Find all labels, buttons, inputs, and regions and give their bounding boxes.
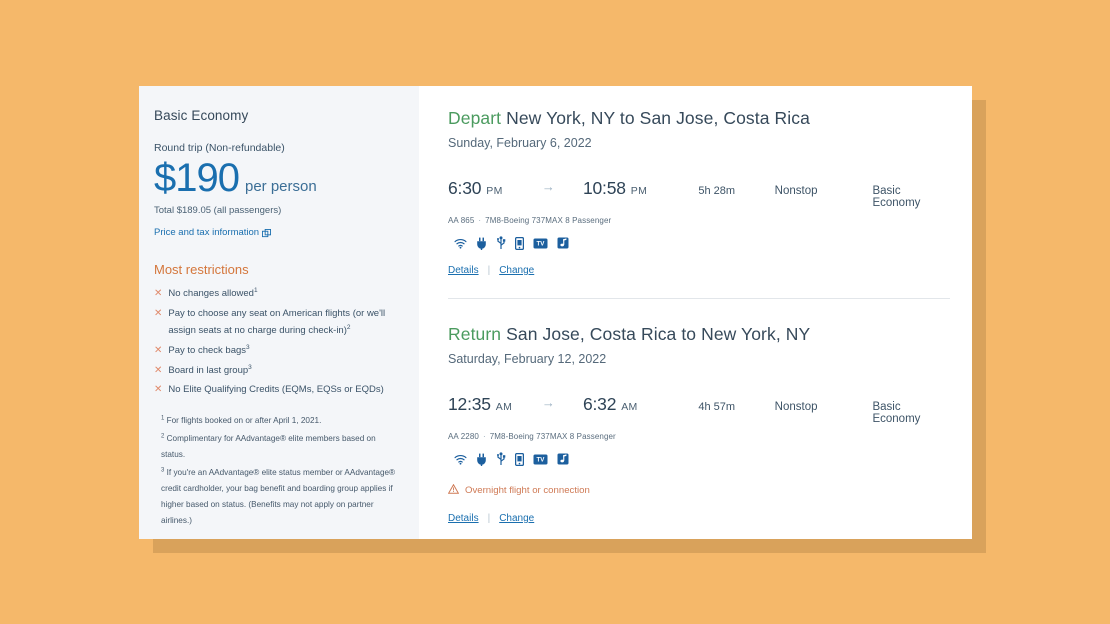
segment-direction: Depart [448, 108, 502, 128]
amenities-row: TV [454, 235, 950, 251]
segment-divider [448, 298, 950, 299]
meta-separator: · [482, 432, 486, 441]
segment-actions: Details | Change [448, 513, 950, 524]
restriction-text: Pay to check bags3 [168, 344, 250, 357]
segment-title: Return San Jose, Costa Rica to New York,… [448, 324, 950, 345]
segment-date: Saturday, February 12, 2022 [448, 352, 607, 366]
stops-count: Nonstop [774, 401, 818, 413]
segment-title: Depart New York, NY to San Jose, Costa R… [448, 108, 950, 129]
cabin-class: Basic Economy [872, 185, 921, 209]
flight-number: AA 865 [448, 216, 475, 225]
device-icon [515, 452, 524, 466]
flight-duration: 5h 28m [698, 185, 736, 197]
fare-name: Basic Economy [154, 108, 249, 123]
warning-text: Overnight flight or connection [465, 484, 590, 496]
details-link[interactable]: Details [448, 513, 479, 524]
wifi-icon [454, 238, 467, 249]
external-link-icon [262, 229, 272, 238]
restriction-text: Board in last group3 [168, 363, 252, 376]
x-icon: ✕ [154, 288, 163, 299]
segment-date: Sunday, February 6, 2022 [448, 136, 592, 150]
list-item: ✕ No changes allowed1 [154, 285, 401, 303]
cabin-class: Basic Economy [872, 401, 921, 425]
restrictions-title: Most restrictions [154, 262, 249, 277]
footnote: 1 For flights booked on or after April 1… [161, 415, 322, 426]
arrow-icon: → [541, 395, 555, 410]
segment-route: San Jose, Costa Rica to New York, NY [506, 324, 811, 344]
restriction-text: Pay to choose any seat on American fligh… [168, 307, 386, 337]
tv-icon: TV [533, 454, 548, 465]
action-separator: | [487, 513, 491, 524]
flight-meta: AA 2280 · 7M8-Boeing 737MAX 8 Passenger [448, 432, 950, 441]
warning-triangle-icon [447, 481, 460, 499]
x-icon: ✕ [154, 345, 163, 356]
total-price: Total $189.05 (all passengers) [154, 205, 282, 216]
stops-count: Nonstop [774, 185, 818, 197]
arrival-time: 6:32 AM [582, 394, 638, 414]
action-separator: | [487, 265, 491, 276]
restriction-text: No Elite Qualifying Credits (EQMs, EQSs … [168, 384, 384, 396]
segment-route: New York, NY to San Jose, Costa Rica [506, 108, 810, 128]
x-icon: ✕ [154, 307, 163, 319]
flight-times-row: 12:35 AM → 6:32 AM 4h 57m Nonstop Basic … [448, 394, 950, 425]
footnote: 2 Complimentary for AAdvantage® elite me… [161, 433, 376, 460]
flight-times-row: 6:30 PM → 10:58 PM 5h 28m Nonstop Basic … [448, 178, 950, 209]
departure-time: 12:35 AM [448, 394, 513, 414]
svg-text:TV: TV [537, 240, 546, 247]
change-link[interactable]: Change [499, 513, 534, 524]
tv-icon: TV [533, 238, 548, 249]
restrictions-list: ✕ No changes allowed1 ✕ Pay to choose an… [154, 285, 401, 399]
amenities-row: TV [454, 451, 950, 467]
x-icon: ✕ [154, 364, 163, 376]
x-icon: ✕ [154, 384, 163, 396]
list-item: ✕ Board in last group3 [154, 362, 401, 380]
flight-segment-return: Return San Jose, Costa Rica to New York,… [447, 324, 950, 524]
footnote: 3 If you're an AAdvantage® elite status … [161, 467, 396, 526]
usb-icon [496, 452, 506, 466]
price-and-tax-information-link[interactable]: Price and tax information [154, 227, 272, 238]
power-icon [476, 237, 487, 250]
price-and-tax-information-label: Price and tax information [154, 227, 260, 238]
meta-separator: · [478, 216, 482, 225]
flight-meta: AA 865 · 7M8-Boeing 737MAX 8 Passenger [448, 216, 950, 225]
price-unit: per person [244, 178, 317, 195]
aircraft-type: 7M8-Boeing 737MAX 8 Passenger [489, 432, 616, 441]
overnight-warning: Overnight flight or connection [447, 481, 950, 499]
price-amount: $190 [154, 156, 240, 200]
flight-segment-depart: Depart New York, NY to San Jose, Costa R… [448, 108, 950, 276]
list-item: ✕ Pay to choose any seat on American fli… [154, 305, 401, 340]
trip-type: Round trip (Non-refundable) [154, 142, 285, 154]
list-item: ✕ Pay to check bags3 [154, 342, 401, 360]
flight-number: AA 2280 [448, 432, 479, 441]
power-icon [476, 453, 487, 466]
segment-direction: Return [448, 324, 502, 344]
arrival-time: 10:58 PM [582, 178, 648, 198]
price-row: $190 per person [154, 157, 401, 199]
departure-time: 6:30 PM [448, 178, 503, 198]
details-link[interactable]: Details [448, 265, 479, 276]
aircraft-type: 7M8-Boeing 737MAX 8 Passenger [485, 216, 612, 225]
svg-text:TV: TV [537, 456, 546, 463]
device-icon [515, 236, 524, 250]
segment-actions: Details | Change [448, 265, 950, 276]
itinerary-card: Basic Economy Round trip (Non-refundable… [139, 86, 972, 539]
flight-details-panel: Depart New York, NY to San Jose, Costa R… [419, 86, 972, 539]
footnotes: 1 For flights booked on or after April 1… [161, 413, 401, 529]
music-icon [557, 453, 569, 465]
usb-icon [496, 236, 506, 250]
music-icon [557, 237, 569, 249]
list-item: ✕ No Elite Qualifying Credits (EQMs, EQS… [154, 381, 401, 399]
fare-summary-panel: Basic Economy Round trip (Non-refundable… [139, 86, 419, 539]
restriction-text: No changes allowed1 [168, 287, 258, 300]
wifi-icon [454, 454, 467, 465]
arrow-icon: → [541, 179, 555, 194]
flight-duration: 4h 57m [698, 401, 736, 413]
change-link[interactable]: Change [499, 265, 534, 276]
